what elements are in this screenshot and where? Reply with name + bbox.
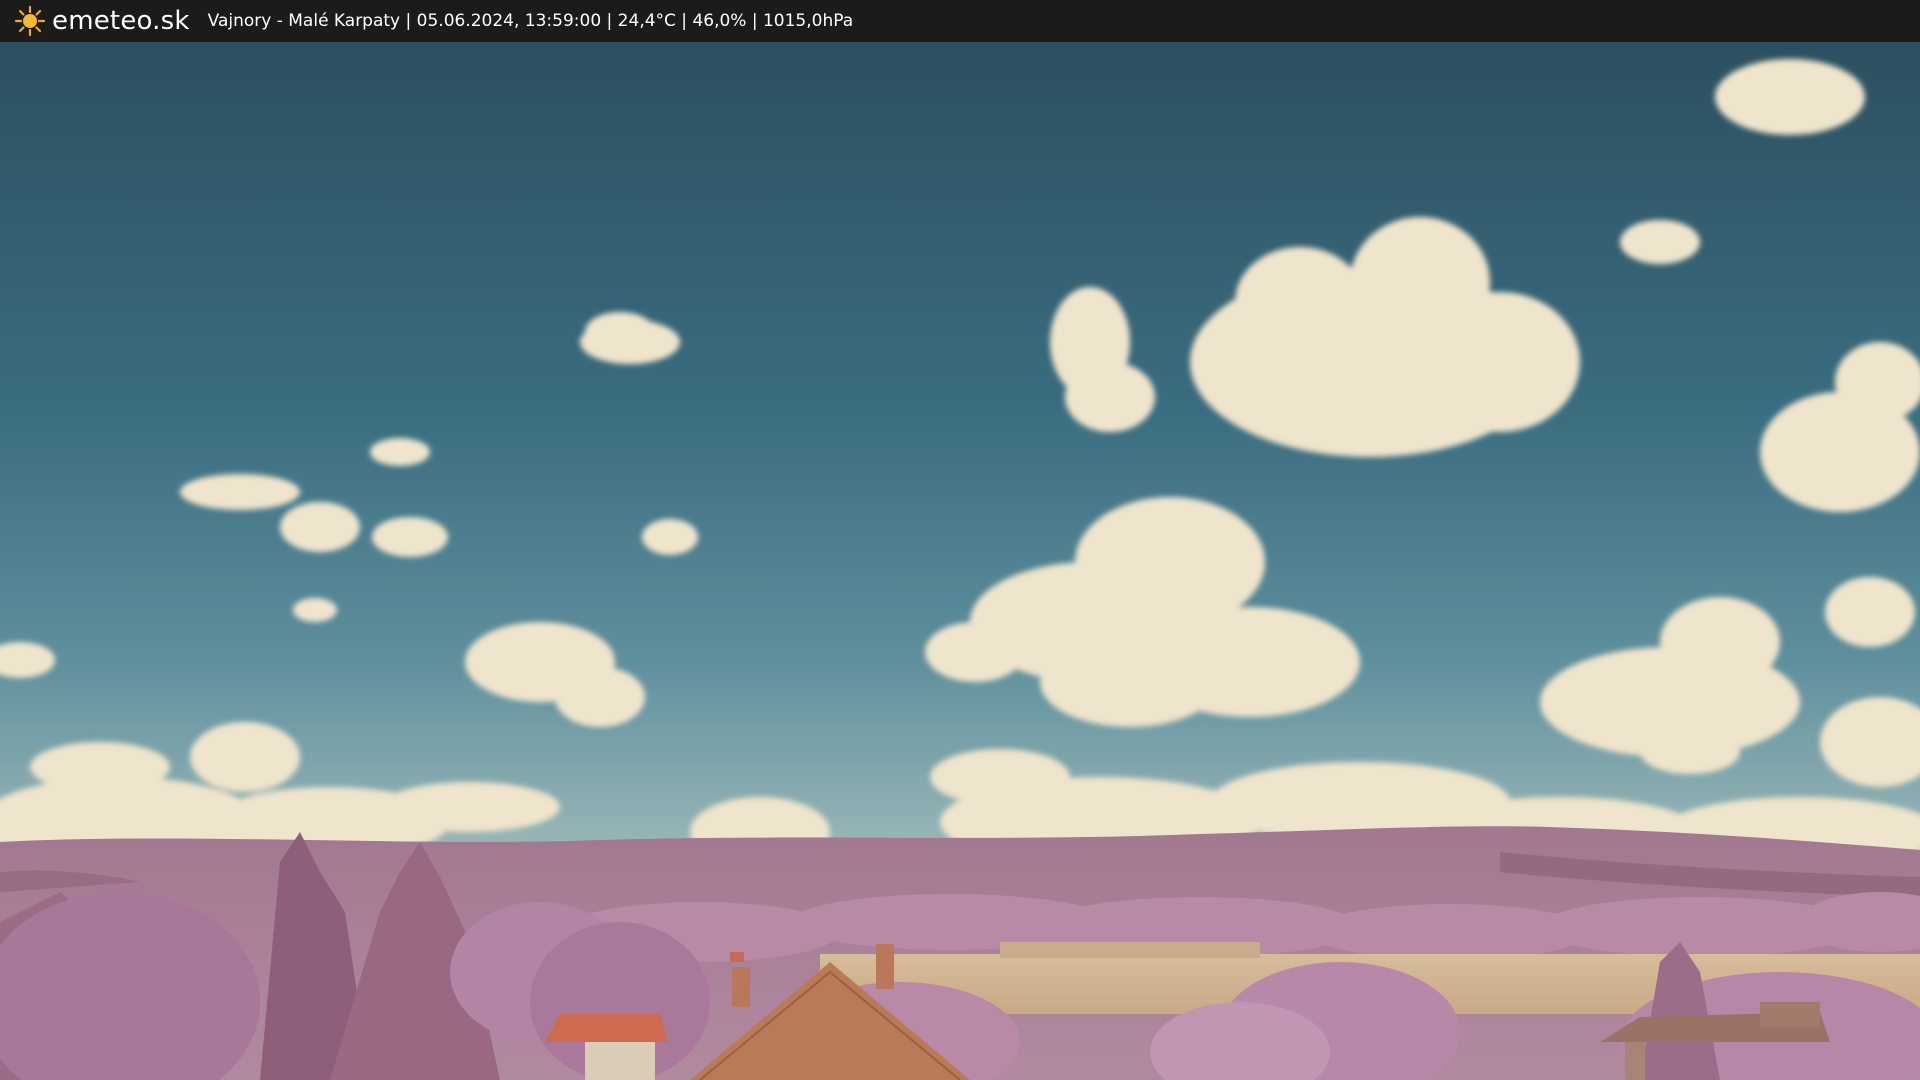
top-bar: emeteo.sk Vajnory - Malé Karpaty | 05.06…: [0, 0, 1920, 42]
site-logo[interactable]: emeteo.sk: [14, 5, 190, 37]
webcam-scene: [0, 42, 1920, 1080]
webcam-page: emeteo.sk Vajnory - Malé Karpaty | 05.06…: [0, 0, 1920, 1080]
station-caption: Vajnory - Malé Karpaty | 05.06.2024, 13:…: [207, 11, 854, 31]
sun-icon: [14, 5, 46, 37]
webcam-image: [0, 42, 1920, 1080]
brand-name: emeteo.sk: [52, 6, 190, 36]
